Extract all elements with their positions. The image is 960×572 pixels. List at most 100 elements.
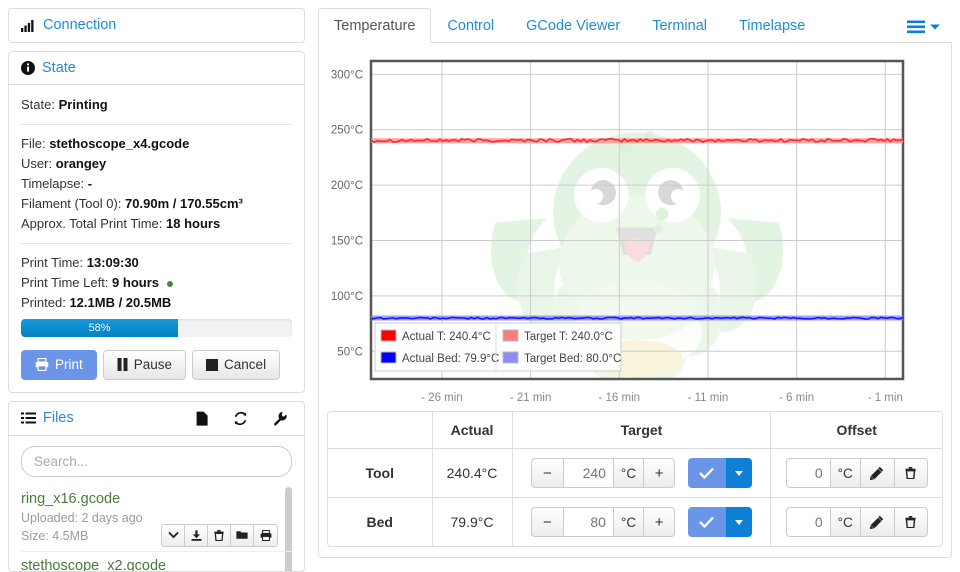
files-panel: Files Search... ring_x16.gcode Uploaded:… bbox=[8, 400, 305, 572]
table-row: Tool 240.4°C − °C + bbox=[328, 448, 942, 499]
pause-button[interactable]: Pause bbox=[102, 350, 187, 380]
user-row: User: orangey bbox=[21, 154, 292, 174]
file-icon[interactable] bbox=[196, 411, 208, 426]
filament-label: Filament (Tool 0): bbox=[21, 196, 122, 211]
tool-target-increment-button[interactable]: + bbox=[643, 458, 676, 489]
file-item-name[interactable]: ring_x16.gcode bbox=[21, 489, 292, 509]
files-panel-header[interactable]: Files bbox=[9, 402, 304, 436]
filament-row: Filament (Tool 0): 70.90m / 170.55cm³ bbox=[21, 194, 292, 214]
bed-target-apply-group bbox=[687, 507, 752, 538]
y-tick-label: 150°C bbox=[331, 236, 363, 248]
total-print-time-row: Approx. Total Print Time: 18 hours bbox=[21, 214, 292, 234]
print-button[interactable]: Print bbox=[21, 350, 97, 380]
search-input[interactable] bbox=[21, 445, 292, 477]
tab-control[interactable]: Control bbox=[431, 8, 510, 43]
tool-offset-input[interactable] bbox=[785, 458, 830, 489]
tool-offset-unit: °C bbox=[829, 458, 860, 489]
file-list: ring_x16.gcode Uploaded: 2 days ago Size… bbox=[21, 485, 292, 572]
state-label: State: bbox=[21, 97, 55, 112]
y-tick-label: 200°C bbox=[331, 180, 363, 192]
state-panel-title: State bbox=[42, 59, 76, 76]
y-tick-label: 100°C bbox=[331, 291, 363, 303]
bed-offset-reset-button[interactable] bbox=[893, 507, 928, 538]
file-label: File: bbox=[21, 136, 46, 151]
print-time-left-label: Print Time Left: bbox=[21, 275, 109, 290]
print-icon[interactable] bbox=[254, 524, 277, 546]
legend-swatch bbox=[380, 351, 397, 364]
tool-target-input[interactable] bbox=[562, 458, 613, 489]
bed-target-decrement-button[interactable]: − bbox=[530, 507, 563, 538]
legend-label: Actual T: 240.4°C bbox=[402, 331, 491, 343]
tab-overflow-menu[interactable] bbox=[895, 14, 952, 42]
main-content: Temperature Control GCode Viewer Termina… bbox=[313, 0, 960, 572]
estimate-quality-dot bbox=[166, 280, 173, 287]
tab-timelapse[interactable]: Timelapse bbox=[723, 8, 821, 43]
bed-target-apply-button[interactable] bbox=[687, 507, 726, 538]
legend-swatch bbox=[502, 329, 519, 342]
cancel-button-label: Cancel bbox=[224, 357, 267, 372]
tab-temperature[interactable]: Temperature bbox=[318, 8, 432, 44]
list-item[interactable]: stethoscope_x2.gcode Uploaded: 9 days ag… bbox=[21, 550, 292, 572]
bed-offset-input[interactable] bbox=[785, 507, 830, 538]
row-label-bed: Bed bbox=[328, 497, 433, 547]
row-label-tool: Tool bbox=[328, 448, 433, 499]
folder-icon[interactable] bbox=[231, 524, 254, 546]
user-value: orangey bbox=[55, 156, 107, 171]
chevron-down-icon[interactable] bbox=[162, 524, 185, 546]
state-panel-header[interactable]: State bbox=[9, 52, 304, 85]
y-tick-label: 50°C bbox=[337, 347, 363, 359]
list-icon bbox=[21, 412, 36, 424]
files-header-actions bbox=[196, 411, 292, 426]
col-header-offset: Offset bbox=[770, 412, 942, 450]
legend-label: Actual Bed: 79.9°C bbox=[402, 353, 499, 365]
tool-target-dropdown-button[interactable] bbox=[725, 458, 752, 489]
print-time-left-row: Print Time Left: 9 hours bbox=[21, 273, 292, 293]
refresh-icon[interactable] bbox=[233, 411, 248, 426]
print-time-value: 13:09:30 bbox=[86, 255, 139, 270]
state-panel-body: State: Printing File: stethoscope_x4.gco… bbox=[9, 85, 304, 392]
tool-offset-reset-button[interactable] bbox=[893, 458, 928, 489]
file-item-name[interactable]: stethoscope_x2.gcode bbox=[21, 556, 292, 572]
print-time-row: Print Time: 13:09:30 bbox=[21, 253, 292, 273]
bed-offset-group: °C bbox=[785, 507, 928, 538]
bed-target-increment-button[interactable]: + bbox=[643, 507, 676, 538]
tab-terminal[interactable]: Terminal bbox=[636, 8, 723, 43]
bed-target-input[interactable] bbox=[562, 507, 613, 538]
print-progress-bar: 58% bbox=[21, 319, 292, 337]
tool-target-apply-button[interactable] bbox=[687, 458, 726, 489]
tool-target-decrement-button[interactable]: − bbox=[530, 458, 563, 489]
print-button-label: Print bbox=[55, 357, 83, 372]
bed-target-cell: − °C + bbox=[512, 497, 772, 547]
legend-label: Target Bed: 80.0°C bbox=[524, 353, 621, 365]
info-circle-icon bbox=[21, 60, 35, 75]
files-panel-title: Files bbox=[43, 409, 74, 426]
pause-icon bbox=[117, 358, 128, 372]
legend-swatch bbox=[380, 329, 397, 342]
filament-value: 70.90m / 170.55cm³ bbox=[125, 196, 243, 211]
bed-offset-cell: °C bbox=[771, 498, 942, 547]
total-print-time-label: Approx. Total Print Time: bbox=[21, 216, 163, 231]
list-item[interactable]: ring_x16.gcode Uploaded: 2 days ago Size… bbox=[21, 485, 292, 551]
wrench-icon[interactable] bbox=[273, 411, 288, 426]
connection-panel-title: Connection bbox=[43, 17, 117, 33]
file-value: stethoscope_x4.gcode bbox=[49, 136, 190, 151]
table-row: Bed 79.9°C − °C + bbox=[328, 497, 942, 547]
print-time-label: Print Time: bbox=[21, 255, 84, 270]
x-tick-label: - 6 min bbox=[779, 392, 814, 401]
temperature-chart-svg: 50°C 100°C 150°C 200°C 250°C 300°C - 26 min - … bbox=[331, 60, 905, 401]
bed-offset-edit-button[interactable] bbox=[859, 507, 894, 538]
bed-target-dropdown-button[interactable] bbox=[725, 507, 752, 538]
legend-swatch bbox=[502, 351, 519, 364]
tab-gcode-viewer[interactable]: GCode Viewer bbox=[510, 8, 636, 43]
printed-value: 12.1MB / 20.5MB bbox=[69, 295, 172, 310]
cancel-button[interactable]: Cancel bbox=[192, 350, 281, 380]
download-icon[interactable] bbox=[185, 524, 208, 546]
timelapse-label: Timelapse: bbox=[21, 176, 85, 191]
temperature-chart[interactable]: 50°C 100°C 150°C 200°C 250°C 300°C - 26 min - … bbox=[327, 53, 943, 401]
tool-offset-edit-button[interactable] bbox=[859, 458, 894, 489]
trash-icon[interactable] bbox=[208, 524, 231, 546]
bed-actual-value: 79.9°C bbox=[432, 497, 513, 547]
connection-panel-header[interactable]: Connection bbox=[9, 9, 304, 42]
pause-button-label: Pause bbox=[133, 357, 173, 372]
x-tick-label: - 11 min bbox=[688, 392, 729, 401]
